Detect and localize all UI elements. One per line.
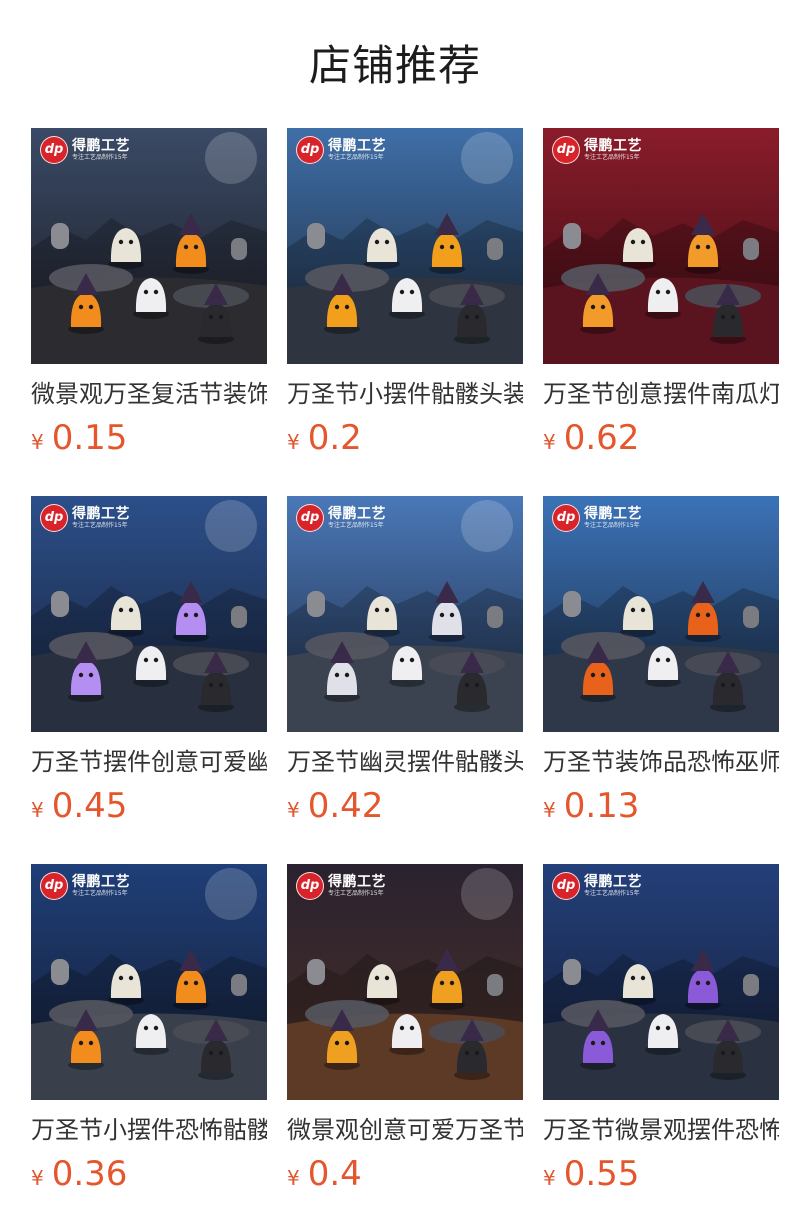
price-value: 0.36 — [51, 1154, 128, 1194]
brand-name: 得鹏工艺 — [328, 505, 386, 522]
product-title[interactable]: 万圣节创意摆件南瓜灯 — [543, 376, 779, 412]
currency-symbol: ¥ — [31, 798, 44, 822]
product-title[interactable]: 万圣节摆件创意可爱幽灵 — [31, 744, 267, 780]
brand-name: 得鹏工艺 — [328, 137, 386, 154]
brand-badge-icon: dp — [296, 136, 324, 164]
brand-logo: dp 得鹏工艺 专注工艺品制作15年 — [552, 136, 642, 164]
brand-name: 得鹏工艺 — [328, 873, 386, 890]
page-title: 店铺推荐 — [308, 41, 481, 90]
brand-badge-icon: dp — [552, 504, 580, 532]
brand-badge-icon: dp — [40, 136, 68, 164]
brand-name: 得鹏工艺 — [72, 137, 130, 154]
brand-slogan: 专注工艺品制作15年 — [72, 521, 128, 529]
currency-symbol: ¥ — [543, 798, 556, 822]
product-card-7[interactable]: dp 得鹏工艺 专注工艺品制作15年 万圣节小摆件恐怖骷髅头 ¥ 0.36 — [31, 864, 267, 1232]
price-value: 0.13 — [563, 786, 640, 826]
product-image[interactable]: dp 得鹏工艺 专注工艺品制作15年 — [31, 496, 267, 732]
currency-symbol: ¥ — [543, 430, 556, 454]
brand-name: 得鹏工艺 — [584, 137, 642, 154]
product-title[interactable]: 微景观创意可爱万圣节 — [287, 1112, 523, 1148]
brand-slogan: 专注工艺品制作15年 — [584, 153, 640, 161]
brand-badge-icon: dp — [296, 872, 324, 900]
brand-logo: dp 得鹏工艺 专注工艺品制作15年 — [40, 136, 130, 164]
brand-logo: dp 得鹏工艺 专注工艺品制作15年 — [40, 504, 130, 532]
product-image[interactable]: dp 得鹏工艺 专注工艺品制作15年 — [287, 128, 523, 364]
product-image[interactable]: dp 得鹏工艺 专注工艺品制作15年 — [287, 864, 523, 1100]
product-image[interactable]: dp 得鹏工艺 专注工艺品制作15年 — [31, 864, 267, 1100]
product-image[interactable]: dp 得鹏工艺 专注工艺品制作15年 — [287, 496, 523, 732]
product-card-5[interactable]: dp 得鹏工艺 专注工艺品制作15年 万圣节幽灵摆件骷髅头 ¥ 0.42 — [287, 496, 523, 864]
product-title[interactable]: 万圣节小摆件恐怖骷髅头 — [31, 1112, 267, 1148]
product-title[interactable]: 万圣节小摆件骷髅头装饰 — [287, 376, 523, 412]
product-price: ¥ 0.55 — [543, 1154, 779, 1194]
brand-badge-icon: dp — [552, 136, 580, 164]
product-card-2[interactable]: dp 得鹏工艺 专注工艺品制作15年 万圣节小摆件骷髅头装饰 ¥ 0.2 — [287, 128, 523, 496]
product-title[interactable]: 万圣节微景观摆件恐怖树 — [543, 1112, 779, 1148]
price-value: 0.4 — [307, 1154, 362, 1194]
brand-logo: dp 得鹏工艺 专注工艺品制作15年 — [40, 872, 130, 900]
brand-slogan: 专注工艺品制作15年 — [328, 521, 384, 529]
brand-logo: dp 得鹏工艺 专注工艺品制作15年 — [552, 504, 642, 532]
price-value: 0.15 — [51, 418, 128, 458]
currency-symbol: ¥ — [31, 430, 44, 454]
brand-badge-icon: dp — [552, 872, 580, 900]
brand-name: 得鹏工艺 — [584, 505, 642, 522]
brand-logo: dp 得鹏工艺 专注工艺品制作15年 — [296, 136, 386, 164]
brand-slogan: 专注工艺品制作15年 — [328, 153, 384, 161]
price-value: 0.55 — [563, 1154, 640, 1194]
brand-logo: dp 得鹏工艺 专注工艺品制作15年 — [552, 872, 642, 900]
brand-slogan: 专注工艺品制作15年 — [328, 889, 384, 897]
product-price: ¥ 0.36 — [31, 1154, 267, 1194]
product-price: ¥ 0.2 — [287, 418, 523, 458]
product-title[interactable]: 微景观万圣复活节装饰 — [31, 376, 267, 412]
brand-logo: dp 得鹏工艺 专注工艺品制作15年 — [296, 872, 386, 900]
brand-name: 得鹏工艺 — [72, 873, 130, 890]
brand-name: 得鹏工艺 — [584, 873, 642, 890]
brand-slogan: 专注工艺品制作15年 — [584, 521, 640, 529]
product-image[interactable]: dp 得鹏工艺 专注工艺品制作15年 — [31, 128, 267, 364]
product-card-6[interactable]: dp 得鹏工艺 专注工艺品制作15年 万圣节装饰品恐怖巫师帽 ¥ 0.13 — [543, 496, 779, 864]
product-title[interactable]: 万圣节幽灵摆件骷髅头 — [287, 744, 523, 780]
product-price: ¥ 0.13 — [543, 786, 779, 826]
price-value: 0.42 — [307, 786, 384, 826]
product-price: ¥ 0.45 — [31, 786, 267, 826]
product-card-4[interactable]: dp 得鹏工艺 专注工艺品制作15年 万圣节摆件创意可爱幽灵 ¥ 0.45 — [31, 496, 267, 864]
product-price: ¥ 0.42 — [287, 786, 523, 826]
product-image[interactable]: dp 得鹏工艺 专注工艺品制作15年 — [543, 128, 779, 364]
brand-slogan: 专注工艺品制作15年 — [584, 889, 640, 897]
price-value: 0.2 — [307, 418, 362, 458]
brand-badge-icon: dp — [40, 872, 68, 900]
currency-symbol: ¥ — [287, 430, 300, 454]
brand-slogan: 专注工艺品制作15年 — [72, 889, 128, 897]
brand-logo: dp 得鹏工艺 专注工艺品制作15年 — [296, 504, 386, 532]
brand-badge-icon: dp — [296, 504, 324, 532]
currency-symbol: ¥ — [31, 1166, 44, 1190]
price-value: 0.45 — [51, 786, 128, 826]
product-image[interactable]: dp 得鹏工艺 专注工艺品制作15年 — [543, 864, 779, 1100]
product-price: ¥ 0.62 — [543, 418, 779, 458]
product-card-9[interactable]: dp 得鹏工艺 专注工艺品制作15年 万圣节微景观摆件恐怖树 ¥ 0.55 — [543, 864, 779, 1232]
product-card-1[interactable]: dp 得鹏工艺 专注工艺品制作15年 微景观万圣复活节装饰 ¥ 0.15 — [31, 128, 267, 496]
product-card-8[interactable]: dp 得鹏工艺 专注工艺品制作15年 微景观创意可爱万圣节 ¥ 0.4 — [287, 864, 523, 1232]
product-title[interactable]: 万圣节装饰品恐怖巫师帽 — [543, 744, 779, 780]
brand-badge-icon: dp — [40, 504, 68, 532]
price-value: 0.62 — [563, 418, 640, 458]
product-price: ¥ 0.15 — [31, 418, 267, 458]
currency-symbol: ¥ — [287, 1166, 300, 1190]
product-card-3[interactable]: dp 得鹏工艺 专注工艺品制作15年 万圣节创意摆件南瓜灯 ¥ 0.62 — [543, 128, 779, 496]
brand-name: 得鹏工艺 — [72, 505, 130, 522]
brand-slogan: 专注工艺品制作15年 — [72, 153, 128, 161]
product-image[interactable]: dp 得鹏工艺 专注工艺品制作15年 — [543, 496, 779, 732]
currency-symbol: ¥ — [543, 1166, 556, 1190]
product-price: ¥ 0.4 — [287, 1154, 523, 1194]
product-grid: dp 得鹏工艺 专注工艺品制作15年 微景观万圣复活节装饰 ¥ 0.15 dp … — [31, 128, 779, 1232]
currency-symbol: ¥ — [287, 798, 300, 822]
